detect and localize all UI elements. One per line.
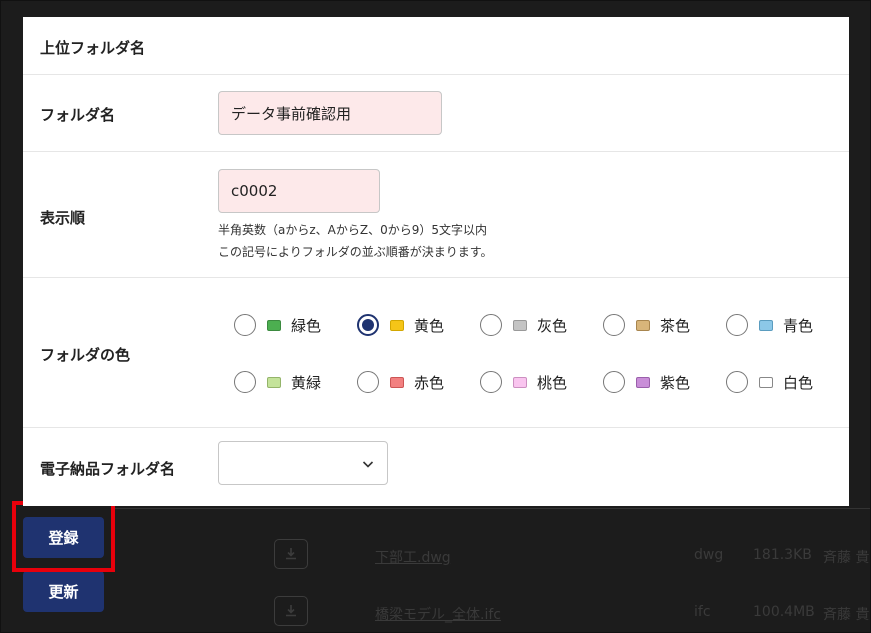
- color-radio[interactable]: [603, 314, 625, 336]
- file-size: 100.4MB: [753, 604, 815, 620]
- folder-color-icon: [759, 376, 773, 388]
- color-option[interactable]: 青色: [726, 314, 813, 336]
- display-order-help: 半角英数（aからz、AからZ、0から9）5文字以内: [218, 223, 487, 237]
- chevron-down-icon: [362, 461, 374, 468]
- color-radio[interactable]: [480, 371, 502, 393]
- folder-color-icon: [267, 319, 281, 331]
- color-label: 黄緑: [291, 373, 322, 392]
- color-label: 灰色: [537, 316, 568, 335]
- folder-name-input[interactable]: データ事前確認用: [218, 91, 442, 135]
- color-option[interactable]: 茶色: [603, 314, 690, 336]
- color-radio[interactable]: [480, 314, 502, 336]
- folder-color-label: フォルダの色: [40, 346, 131, 364]
- color-option[interactable]: 紫色: [603, 371, 690, 393]
- file-size: 181.3KB: [753, 547, 812, 563]
- color-label: 桃色: [537, 373, 568, 392]
- color-option[interactable]: 黄色: [357, 314, 444, 336]
- folder-modal: 上位フォルダ名 フォルダ名 データ事前確認用 表示順 c0002 半角英数（aか…: [23, 17, 849, 506]
- color-option[interactable]: 緑色: [234, 314, 321, 336]
- color-option[interactable]: 灰色: [480, 314, 567, 336]
- file-user: 斉藤 貴: [823, 550, 870, 566]
- folder-color-icon: [636, 319, 650, 331]
- display-order-row: 表示順 c0002 半角英数（aからz、AからZ、0から9）5文字以内 この記号…: [23, 151, 849, 278]
- color-option[interactable]: 赤色: [357, 371, 444, 393]
- radio-dot: [362, 319, 374, 331]
- color-radio[interactable]: [357, 314, 379, 336]
- display-order-input[interactable]: c0002: [218, 169, 380, 213]
- file-ext: dwg: [694, 547, 724, 563]
- file-user: 斉藤 貴: [823, 607, 870, 623]
- color-label: 茶色: [660, 316, 691, 335]
- file-name-link[interactable]: 橋梁モデル_全体.ifc: [375, 604, 501, 624]
- file-name-link[interactable]: 下部工.dwg: [375, 547, 451, 567]
- color-label: 黄色: [414, 316, 445, 335]
- color-option[interactable]: 桃色: [480, 371, 567, 393]
- color-option[interactable]: 黄緑: [234, 371, 321, 393]
- folder-color-icon: [513, 319, 527, 331]
- electronic-folder-label: 電子納品フォルダ名: [40, 460, 176, 478]
- color-option[interactable]: 白色: [726, 371, 813, 393]
- parent-folder-row: 上位フォルダ名: [23, 17, 849, 75]
- folder-name-label: フォルダ名: [40, 106, 116, 124]
- color-label: 白色: [783, 373, 814, 392]
- folder-color-icon: [390, 319, 404, 331]
- electronic-folder-select[interactable]: [218, 441, 388, 485]
- electronic-folder-row: 電子納品フォルダ名: [23, 427, 849, 506]
- folder-color-row: フォルダの色 緑色 黄色 灰色 茶色 青色黄緑 赤色 桃色 紫色 白色: [23, 277, 849, 428]
- update-button[interactable]: 更新: [23, 571, 104, 612]
- color-radio[interactable]: [726, 314, 748, 336]
- color-radio[interactable]: [357, 371, 379, 393]
- color-radio[interactable]: [726, 371, 748, 393]
- color-label: 紫色: [660, 373, 691, 392]
- download-button[interactable]: [274, 539, 308, 569]
- color-label: 青色: [783, 316, 814, 335]
- color-radio[interactable]: [234, 314, 256, 336]
- color-radio[interactable]: [234, 371, 256, 393]
- display-order-label: 表示順: [40, 209, 86, 227]
- color-label: 赤色: [414, 373, 445, 392]
- download-icon: [286, 548, 296, 560]
- parent-folder-label: 上位フォルダ名: [40, 39, 146, 57]
- folder-color-icon: [390, 376, 404, 388]
- color-radio[interactable]: [603, 371, 625, 393]
- highlight-box: [12, 501, 115, 572]
- color-label: 緑色: [291, 316, 322, 335]
- folder-color-icon: [759, 319, 773, 331]
- screenshot-frame: 下部工.dwg dwg 181.3KB 斉藤 貴 橋梁モデル_全体.ifc if…: [0, 0, 871, 633]
- folder-color-icon: [513, 376, 527, 388]
- table-divider: [113, 508, 870, 509]
- file-ext: ifc: [694, 604, 711, 620]
- folder-name-row: フォルダ名 データ事前確認用: [23, 74, 849, 152]
- download-icon: [286, 605, 296, 617]
- display-order-help: この記号によりフォルダの並ぶ順番が決まります。: [218, 245, 493, 259]
- download-button[interactable]: [274, 596, 308, 626]
- folder-color-icon: [636, 376, 650, 388]
- folder-color-icon: [267, 376, 281, 388]
